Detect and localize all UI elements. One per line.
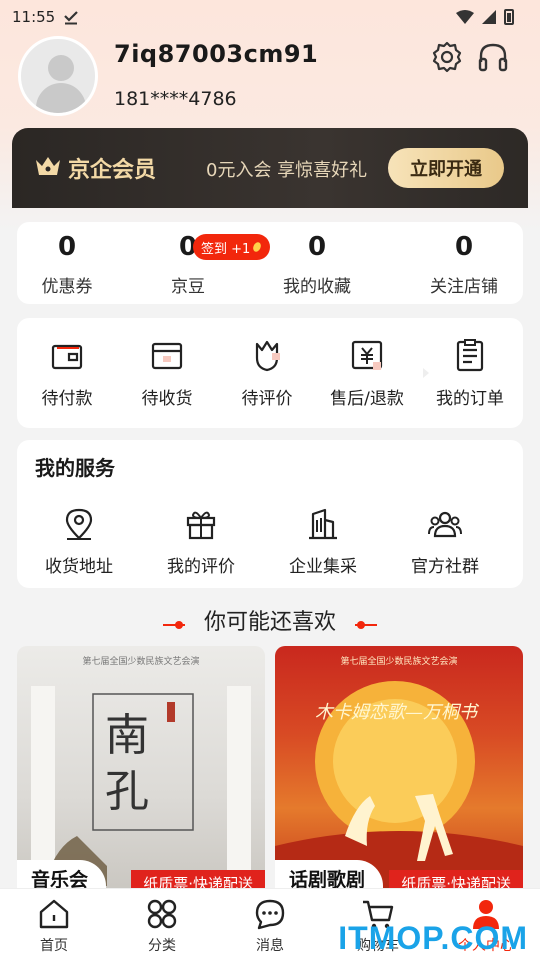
review-icon xyxy=(255,340,280,372)
order-after-sales[interactable]: 售后/退款 xyxy=(317,338,417,409)
home-icon xyxy=(39,899,69,929)
refund-icon xyxy=(351,340,383,370)
vip-open-button[interactable]: 立即开通 xyxy=(388,148,504,188)
profile-header: 7iq87003cm91 181****4786 xyxy=(18,36,522,120)
box-icon xyxy=(151,342,183,370)
status-time: 11:55 xyxy=(12,8,56,26)
product-card[interactable]: 第七届全国少数民族文艺会演 南孔 音乐会 纸质票·快递配送 xyxy=(17,646,265,896)
vip-description: 0元入会 享惊喜好礼 xyxy=(206,160,368,181)
order-label: 待评价 xyxy=(241,389,293,409)
customer-service-icon[interactable] xyxy=(476,40,510,74)
stat-label: 关注店铺 xyxy=(430,277,498,297)
location-icon xyxy=(65,508,93,540)
service-enterprise-purchase[interactable]: 企业集采 xyxy=(263,506,383,577)
vip-title: 京企会员 xyxy=(68,158,157,183)
service-my-reviews[interactable]: 我的评价 xyxy=(141,506,261,577)
tab-messages[interactable]: 消息 xyxy=(220,897,320,955)
category-icon xyxy=(147,899,177,929)
username[interactable]: 7iq87003cm91 xyxy=(114,40,318,68)
poster-title: 南孔 xyxy=(105,710,149,817)
avatar[interactable] xyxy=(18,36,98,116)
service-label: 企业集采 xyxy=(289,557,357,577)
orders-card: 待付款 待收货 待评价 售后/退款 我的订单 xyxy=(17,318,523,428)
tab-label: 消息 xyxy=(256,938,284,954)
services-card: 我的服务 收货地址 我的评价 企业集采 官方社群 xyxy=(17,440,523,588)
service-label: 收货地址 xyxy=(45,557,113,577)
settings-icon[interactable] xyxy=(430,40,464,74)
order-list-icon xyxy=(456,339,484,372)
tab-category[interactable]: 分类 xyxy=(112,897,212,955)
poster-image xyxy=(275,681,523,896)
stat-favorites[interactable]: 0 我的收藏 xyxy=(254,232,380,297)
service-label: 官方社群 xyxy=(411,557,479,577)
stat-value: 0 xyxy=(307,232,327,262)
stat-followed-shops[interactable]: 0 关注店铺 xyxy=(401,232,527,297)
service-community[interactable]: 官方社群 xyxy=(385,506,505,577)
stat-value: 0 xyxy=(57,232,77,262)
vip-banner[interactable]: 京企会员 0元入会 享惊喜好礼 立即开通 xyxy=(12,128,528,208)
watermark: ITMOP.COM xyxy=(338,920,528,956)
stat-coupons[interactable]: 0 优惠券 xyxy=(4,232,130,297)
crown-icon xyxy=(36,157,60,175)
wifi-icon xyxy=(456,10,474,24)
stat-label: 京豆 xyxy=(171,277,205,297)
stat-label: 我的收藏 xyxy=(283,277,351,297)
signin-text: 签到 +1 xyxy=(201,241,251,257)
battery-icon xyxy=(504,9,514,25)
building-icon xyxy=(309,508,337,540)
decor-dash xyxy=(355,620,378,629)
order-label: 待收货 xyxy=(141,389,193,409)
stats-card: 0 优惠券 0 京豆 签到 +1 0 我的收藏 0 关注店铺 xyxy=(17,222,523,304)
decor-dash xyxy=(162,620,185,629)
stat-label: 优惠券 xyxy=(41,277,93,297)
recommend-header: 你可能还喜欢 xyxy=(0,604,540,640)
tab-label: 分类 xyxy=(148,938,176,954)
phone-number: 181****4786 xyxy=(114,88,237,110)
status-bar: 11:55 xyxy=(0,0,540,34)
service-label: 我的评价 xyxy=(167,557,235,577)
signal-icon xyxy=(482,10,496,24)
poster-title: 木卡姆恋歌—万桐书 xyxy=(315,702,477,723)
order-label: 我的订单 xyxy=(436,389,504,409)
product-card[interactable]: 第七届全国少数民族文艺会演 木卡姆恋歌—万桐书 话剧歌剧 纸质票·快递配送 xyxy=(275,646,523,896)
community-icon xyxy=(428,511,462,538)
order-all-orders[interactable]: 我的订单 xyxy=(420,338,520,409)
service-address[interactable]: 收货地址 xyxy=(19,506,139,577)
message-icon xyxy=(255,899,285,930)
order-label: 售后/退款 xyxy=(330,389,404,409)
wallet-icon xyxy=(51,344,83,370)
services-title: 我的服务 xyxy=(35,456,115,480)
download-done-icon xyxy=(64,11,79,25)
order-label: 待付款 xyxy=(41,389,93,409)
tab-label: 首页 xyxy=(40,938,68,954)
order-pending-review[interactable]: 待评价 xyxy=(217,338,317,409)
stat-value: 0 xyxy=(454,232,474,262)
recommend-title: 你可能还喜欢 xyxy=(203,610,336,635)
order-pending-payment[interactable]: 待付款 xyxy=(17,338,117,409)
order-pending-receipt[interactable]: 待收货 xyxy=(117,338,217,409)
tab-home[interactable]: 首页 xyxy=(4,897,104,955)
gift-icon xyxy=(186,511,216,540)
